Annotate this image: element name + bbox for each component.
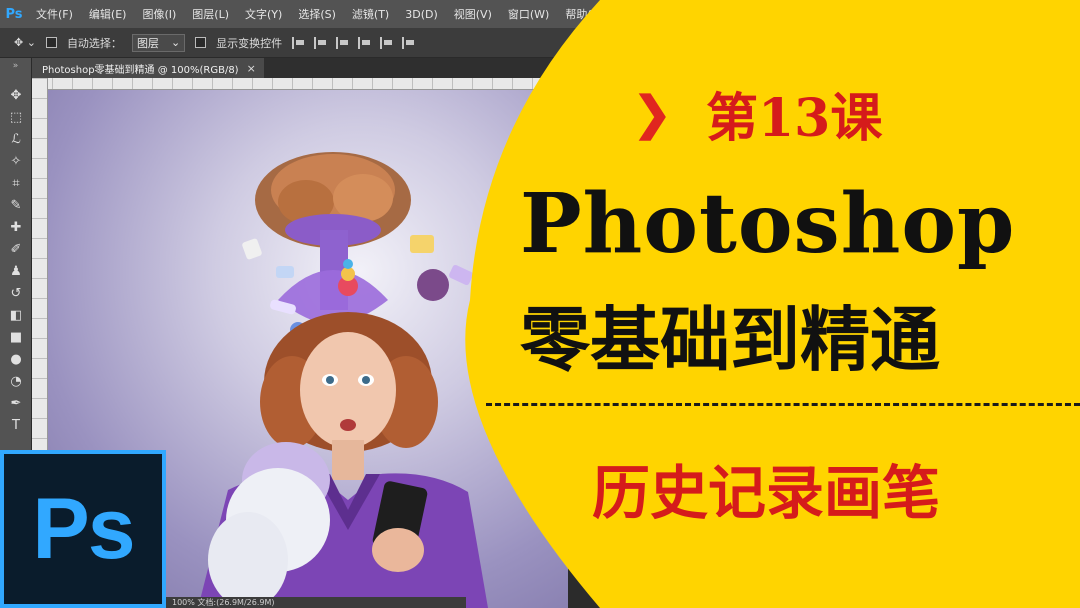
menu-select[interactable]: 选择(S) bbox=[290, 6, 344, 22]
eyedropper-tool-icon[interactable]: ✎ bbox=[0, 194, 32, 216]
pen-tool-icon[interactable]: ✒ bbox=[0, 392, 32, 414]
tools-panel: » ✥ ⬚ ℒ ✧ ⌗ ✎ ✚ ✐ ♟ ↺ ◧ ■ ● ◔ ✒ T bbox=[0, 58, 32, 458]
align-left-icon[interactable] bbox=[358, 36, 371, 49]
dashed-divider bbox=[486, 403, 1080, 406]
stamp-tool-icon[interactable]: ♟ bbox=[0, 260, 32, 282]
menu-bar: Ps 文件(F) 编辑(E) 图像(I) 图层(L) 文字(Y) 选择(S) 滤… bbox=[0, 0, 1080, 28]
status-bar: 100% 文档:(26.9M/26.9M) bbox=[166, 597, 466, 608]
align-hcenter-icon[interactable] bbox=[380, 36, 393, 49]
auto-select-checkbox[interactable] bbox=[45, 37, 57, 48]
close-icon[interactable]: × bbox=[247, 62, 256, 75]
menu-layer[interactable]: 图层(L) bbox=[184, 6, 237, 22]
app-logo-icon[interactable]: Ps bbox=[0, 0, 28, 28]
menu-filter[interactable]: 滤镜(T) bbox=[344, 6, 397, 22]
history-brush-tool-icon[interactable]: ↺ bbox=[0, 282, 32, 304]
auto-select-label: 自动选择： bbox=[66, 36, 122, 50]
align-right-icon[interactable] bbox=[402, 36, 415, 49]
type-tool-icon[interactable]: T bbox=[0, 414, 32, 436]
course-title-en: Photoshop bbox=[520, 176, 1016, 272]
dodge-tool-icon[interactable]: ◔ bbox=[0, 370, 32, 392]
photoshop-logo-text: Ps bbox=[32, 480, 135, 577]
magic-wand-tool-icon[interactable]: ✧ bbox=[0, 150, 32, 172]
eraser-tool-icon[interactable]: ◧ bbox=[0, 304, 32, 326]
document-tab[interactable]: Photoshop零基础到精通 @ 100%(RGB/8) × bbox=[32, 58, 264, 78]
auto-select-dropdown[interactable]: 图层 ⌄ bbox=[131, 33, 186, 52]
menu-file[interactable]: 文件(F) bbox=[28, 6, 81, 22]
menu-image[interactable]: 图像(I) bbox=[134, 6, 184, 22]
options-bar: ✥ ⌄ 自动选择： 图层 ⌄ 显示变换控件 bbox=[0, 28, 1080, 58]
align-vcenter-icon[interactable] bbox=[314, 36, 327, 49]
document-tab-bar: Photoshop零基础到精通 @ 100%(RGB/8) × bbox=[32, 58, 1080, 78]
document-tab-title: Photoshop零基础到精通 @ 100%(RGB/8) bbox=[42, 64, 239, 76]
topic-title: 历史记录画笔 bbox=[592, 459, 941, 527]
align-top-icon[interactable] bbox=[292, 36, 305, 49]
chevron-right-icon: ❯ bbox=[633, 86, 672, 140]
gradient-tool-icon[interactable]: ■ bbox=[0, 326, 32, 348]
move-tool-icon[interactable]: ✥ bbox=[0, 84, 32, 106]
crop-tool-icon[interactable]: ⌗ bbox=[0, 172, 32, 194]
show-transform-label: 显示变换控件 bbox=[216, 36, 283, 50]
chevron-down-icon: ⌄ bbox=[170, 36, 181, 49]
menu-type[interactable]: 文字(Y) bbox=[237, 6, 290, 22]
move-options-icon[interactable]: ✥ ⌄ bbox=[14, 36, 36, 49]
brush-tool-icon[interactable]: ✐ bbox=[0, 238, 32, 260]
align-bottom-icon[interactable] bbox=[336, 36, 349, 49]
menu-help[interactable]: 帮助(H) bbox=[557, 6, 612, 22]
blur-tool-icon[interactable]: ● bbox=[0, 348, 32, 370]
panel-collapse-icon[interactable]: » bbox=[0, 58, 31, 84]
hair-explosion-illustration bbox=[242, 152, 473, 338]
marquee-tool-icon[interactable]: ⬚ bbox=[0, 106, 32, 128]
show-transform-checkbox[interactable] bbox=[195, 37, 207, 48]
lasso-tool-icon[interactable]: ℒ bbox=[0, 128, 32, 150]
photoshop-logo-icon: Ps bbox=[0, 450, 166, 608]
healing-brush-tool-icon[interactable]: ✚ bbox=[0, 216, 32, 238]
course-title-cn: 零基础到精通 bbox=[520, 298, 940, 381]
menu-3d[interactable]: 3D(D) bbox=[397, 8, 446, 21]
menu-view[interactable]: 视图(V) bbox=[446, 6, 500, 22]
menu-edit[interactable]: 编辑(E) bbox=[81, 6, 135, 22]
auto-select-value: 图层 bbox=[136, 36, 159, 50]
menu-window[interactable]: 窗口(W) bbox=[500, 6, 557, 22]
horizontal-ruler bbox=[32, 78, 1080, 90]
